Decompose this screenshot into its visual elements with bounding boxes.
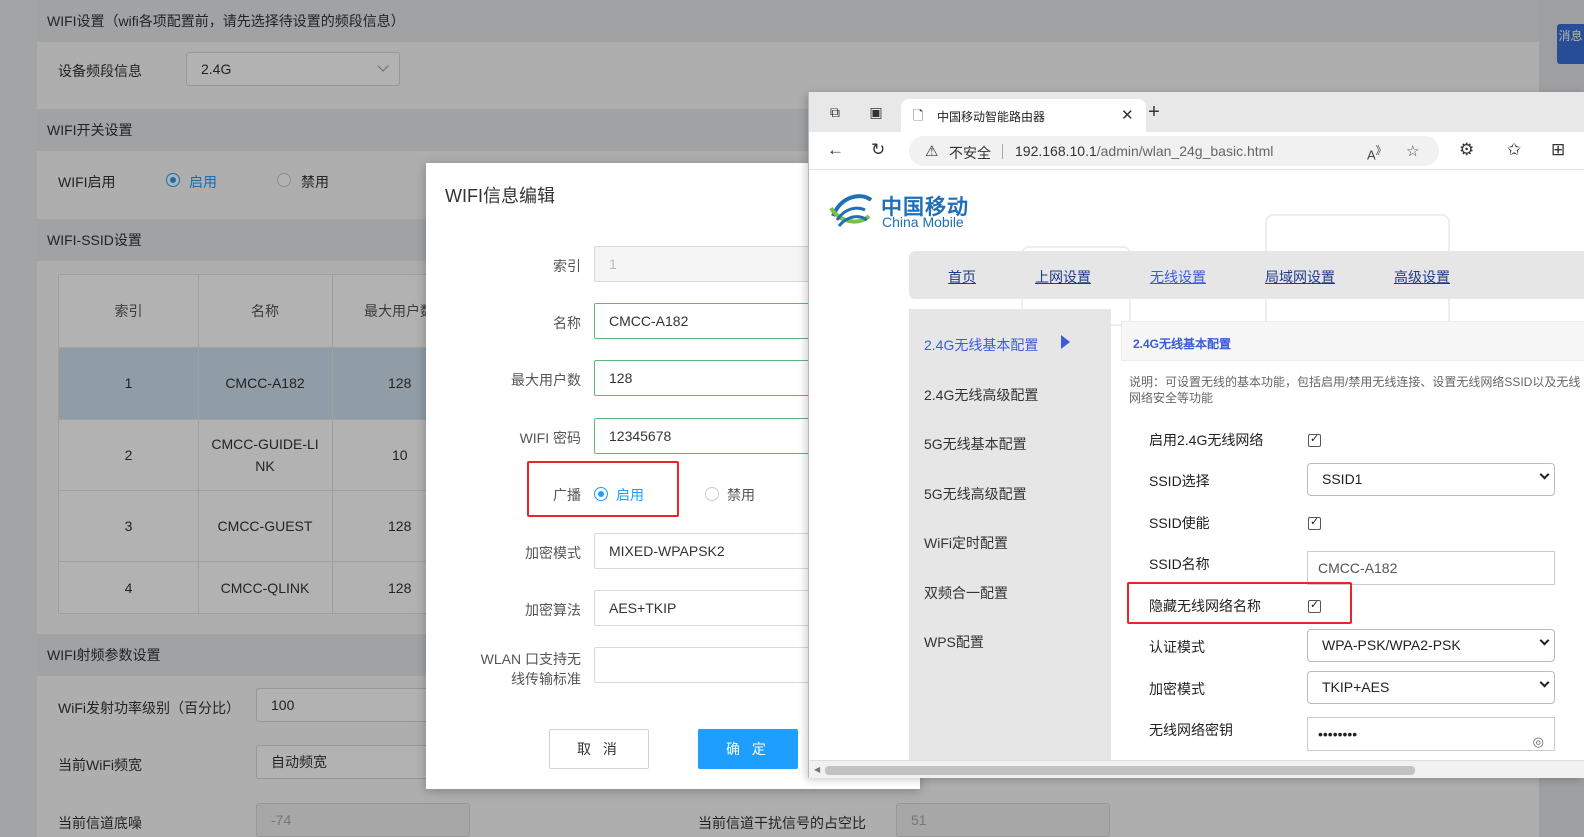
enable-24g-label: 启用2.4G无线网络 [1149, 432, 1264, 448]
nav-wireless[interactable]: 无线设置 [1150, 267, 1206, 287]
china-mobile-logo-icon [829, 194, 873, 227]
wireless-key-label: 无线网络密钥 [1149, 722, 1233, 738]
config-panel-header: 2.4G无线基本配置 [1121, 321, 1584, 361]
name-label: 名称 [553, 315, 581, 331]
encrypt-mode-value: TKIP+AES [1322, 679, 1390, 695]
chevron-down-icon [1539, 635, 1550, 646]
max-users-label: 最大用户数 [511, 372, 581, 388]
horizontal-scrollbar[interactable]: ◀ [809, 760, 1584, 778]
scrollbar-thumb[interactable] [825, 766, 1415, 775]
tab-router[interactable]: 🗋 中国移动智能路由器 ✕ [901, 99, 1146, 132]
broadcast-disable-radio[interactable] [705, 487, 719, 501]
nav-internet[interactable]: 上网设置 [1035, 267, 1091, 287]
url-text: 192.168.10.1/admin/wlan_24g_basic.html [1015, 143, 1273, 159]
auth-mode-select[interactable]: WPA-PSK/WPA2-PSK [1307, 629, 1555, 662]
chevron-down-icon [1539, 677, 1550, 688]
sidebar-item-wifi-timer[interactable]: WiFi定时配置 [924, 533, 1008, 553]
extensions-icon[interactable]: ⚙ [1459, 140, 1474, 160]
wlan-standard-label-line1: WLAN 口支持无 [480, 651, 581, 667]
wireless-key-input[interactable]: •••••••• ◎ [1307, 717, 1555, 751]
encrypt-mode-select[interactable]: TKIP+AES [1307, 671, 1555, 704]
ssid-name-label: SSID名称 [1149, 556, 1210, 572]
url-path: /admin/wlan_24g_basic.html [1096, 143, 1274, 159]
hide-ssid-checkbox[interactable] [1308, 598, 1321, 613]
encrypt-mode-label: 加密模式 [525, 545, 581, 561]
scroll-left-icon[interactable]: ◀ [814, 765, 820, 774]
broadcast-label: 广播 [553, 487, 581, 503]
tab-strip: ⧉ ▣ 🗋 中国移动智能路由器 ✕ + [809, 92, 1584, 132]
refresh-icon[interactable]: ↻ [871, 140, 885, 160]
ssid-enable-label: SSID使能 [1149, 515, 1210, 531]
broadcast-disable-option: 禁用 [727, 487, 755, 503]
router-nav: 首页 上网设置 无线设置 局域网设置 高级设置 [909, 251, 1584, 299]
router-page: 中国移动 China Mobile 首页 上网设置 无线设置 局域网设置 高级设… [809, 171, 1584, 761]
read-aloud-icon[interactable]: A》 [1367, 142, 1387, 162]
sidebar-item-dual-band[interactable]: 双频合一配置 [924, 583, 1008, 603]
nav-home[interactable]: 首页 [948, 267, 976, 287]
sidebar-item-wps[interactable]: WPS配置 [924, 632, 984, 652]
wlan-standard-label-line2: 线传输标准 [511, 671, 581, 687]
sidebar-item-5g-advanced[interactable]: 5G无线高级配置 [924, 484, 1027, 504]
nav-lan[interactable]: 局域网设置 [1265, 267, 1335, 287]
encrypt-mode-label: 加密模式 [1149, 681, 1205, 697]
active-arrow-icon [1061, 335, 1070, 349]
password-label: WIFI 密码 [519, 430, 581, 446]
url-host: 192.168.10.1 [1015, 143, 1097, 159]
favorites-icon[interactable]: ✩ [1507, 140, 1521, 160]
broadcast-enable-radio[interactable] [594, 487, 608, 501]
chevron-down-icon [1539, 469, 1550, 480]
ssid-select[interactable]: SSID1 [1307, 463, 1555, 496]
modal-title: WIFI信息编辑 [445, 186, 555, 206]
sidebar-item-24g-basic[interactable]: 2.4G无线基本配置 [924, 335, 1038, 355]
encrypt-algo-label: 加密算法 [525, 602, 581, 618]
back-icon[interactable]: ← [827, 140, 844, 160]
logo-text-en: China Mobile [882, 214, 964, 230]
browser-window: ⧉ ▣ 🗋 中国移动智能路由器 ✕ + ← ↻ ⚠ 不安全 192.168.10… [808, 92, 1584, 778]
broadcast-enable-option: 启用 [616, 487, 644, 503]
nav-advanced[interactable]: 高级设置 [1394, 267, 1450, 287]
ssid-name-input[interactable]: CMCC-A182 [1307, 551, 1555, 585]
config-note: 说明：可设置无线的基本功能，包括启用/禁用无线连接、设置无线网络SSID以及无线… [1129, 375, 1581, 405]
page-icon: 🗋 [913, 108, 924, 123]
auth-mode-label: 认证模式 [1149, 639, 1205, 655]
confirm-button[interactable]: 确 定 [698, 729, 798, 769]
tab-actions-icon[interactable]: ▣ [866, 102, 886, 122]
close-icon[interactable]: ✕ [1121, 106, 1134, 124]
config-title: 2.4G无线基本配置 [1133, 337, 1232, 351]
sidebar-item-5g-basic[interactable]: 5G无线基本配置 [924, 434, 1027, 454]
wlan-standard-label: WLAN 口支持无 线传输标准 [431, 649, 581, 689]
enable-24g-checkbox[interactable] [1308, 432, 1321, 447]
cancel-button[interactable]: 取 消 [549, 729, 649, 769]
wireless-key-value: •••••••• [1318, 726, 1358, 742]
insecure-label: 不安全 [949, 145, 991, 161]
ssid-select-label: SSID选择 [1149, 473, 1210, 489]
auth-mode-value: WPA-PSK/WPA2-PSK [1322, 637, 1461, 653]
ssid-enable-checkbox[interactable] [1308, 515, 1321, 530]
hide-password-eye-icon[interactable]: ◎ [1533, 726, 1544, 758]
collections-icon[interactable]: ⧉ [825, 102, 845, 122]
hide-ssid-label: 隐藏无线网络名称 [1149, 598, 1261, 614]
sidebar-item-24g-advanced[interactable]: 2.4G无线高级配置 [924, 385, 1038, 405]
address-bar[interactable]: ⚠ 不安全 192.168.10.1/admin/wlan_24g_basic.… [909, 136, 1439, 166]
tab-title: 中国移动智能路由器 [937, 110, 1046, 124]
router-sidebar: 2.4G无线基本配置 2.4G无线高级配置 5G无线基本配置 5G无线高级配置 … [909, 309, 1111, 761]
favorite-star-icon[interactable]: ☆ [1406, 142, 1419, 160]
browser-toolbar: ← ↻ ⚠ 不安全 192.168.10.1/admin/wlan_24g_ba… [809, 132, 1584, 170]
collections-toolbar-icon[interactable]: ⊞ [1551, 140, 1565, 160]
address-separator [1002, 144, 1003, 159]
index-label: 索引 [553, 258, 581, 274]
warning-icon: ⚠ [925, 143, 939, 160]
ssid-select-value: SSID1 [1322, 471, 1363, 487]
new-tab-icon[interactable]: + [1144, 102, 1164, 122]
